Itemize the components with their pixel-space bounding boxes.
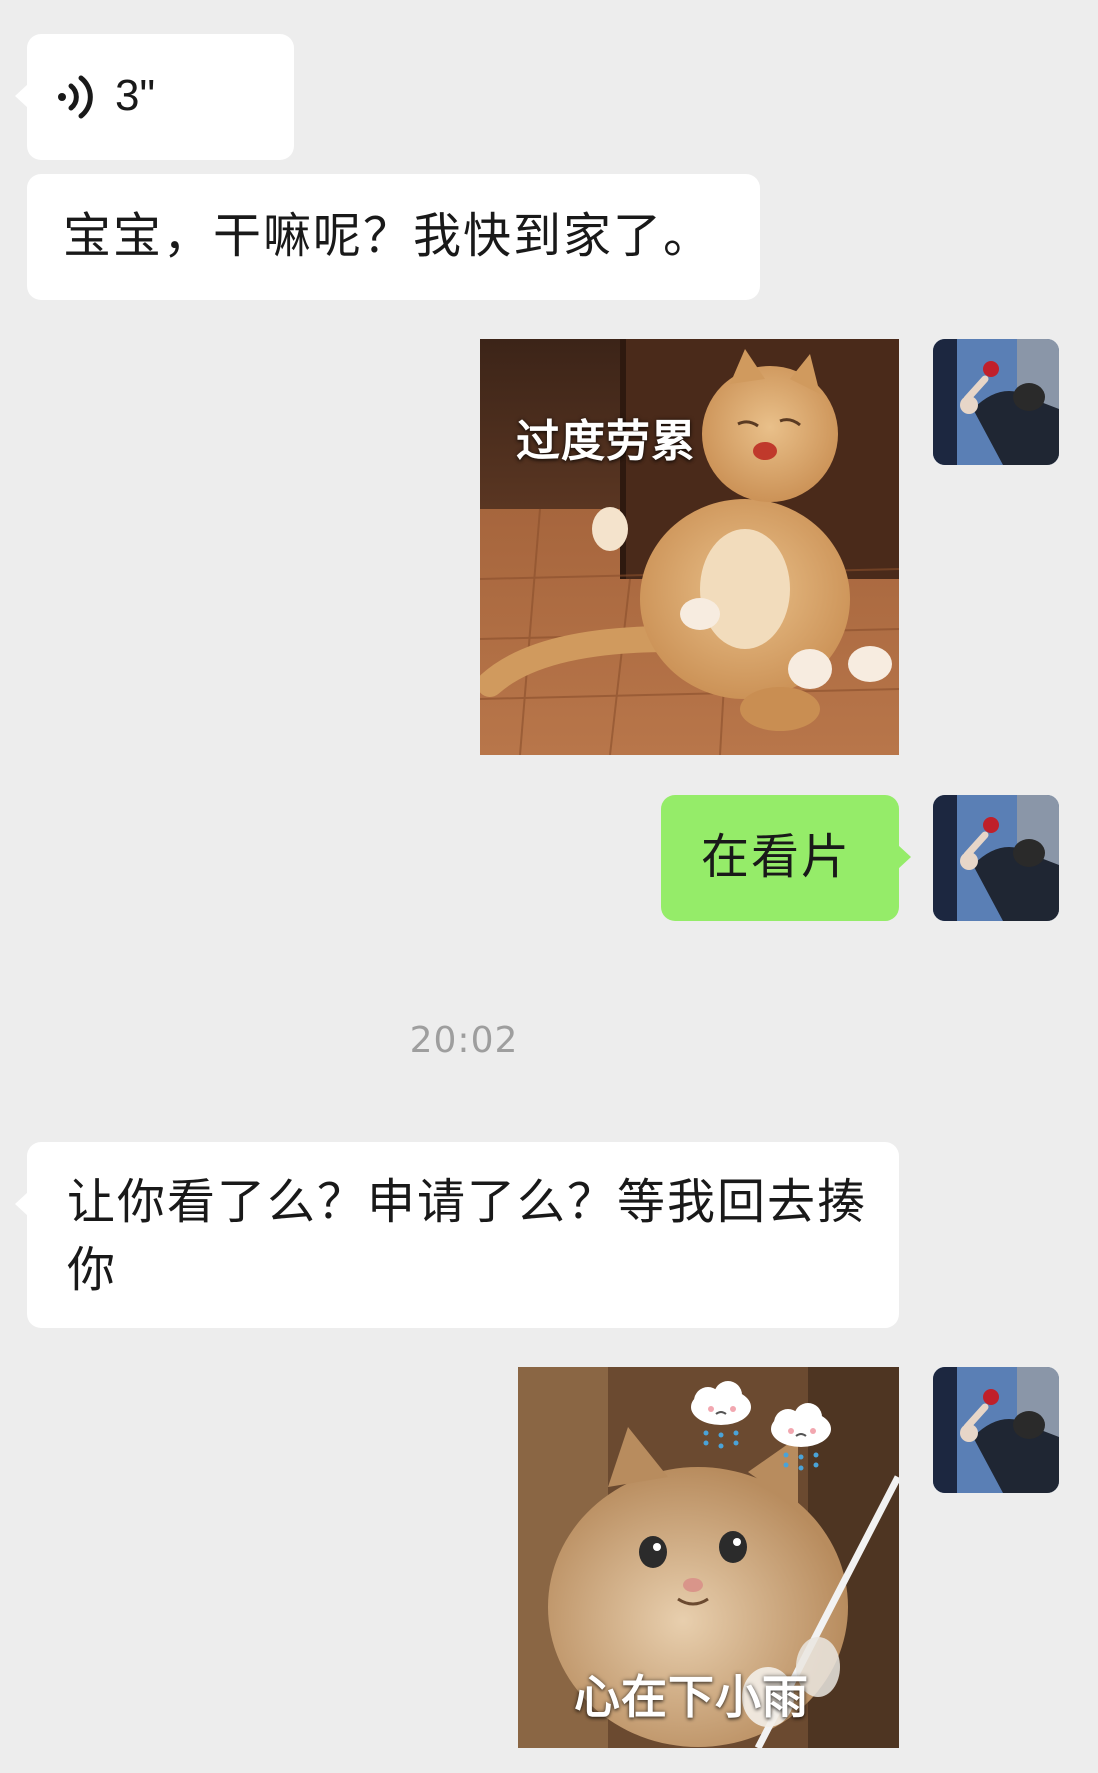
- message-text: 让你看了么？申请了么？等我回去揍你: [67, 1174, 868, 1298]
- outgoing-message-bubble[interactable]: 在看片: [661, 795, 911, 921]
- voice-message-bubble[interactable]: 3": [15, 34, 294, 160]
- incoming-message-bubble[interactable]: 让你看了么？申请了么？等我回去揍你: [15, 1142, 899, 1328]
- message-timestamp: 20:02: [409, 1020, 519, 1061]
- avatar[interactable]: [933, 339, 1059, 465]
- user-avatar-picture: [933, 339, 1059, 465]
- voice-wave-icon: [53, 72, 103, 122]
- sticker-caption: 过度劳累: [516, 416, 696, 467]
- avatar[interactable]: [933, 1367, 1059, 1493]
- avatar[interactable]: [933, 795, 1059, 921]
- voice-duration: 3": [115, 71, 156, 120]
- incoming-message-bubble[interactable]: 宝宝，干嘛呢？我快到家了。: [27, 174, 760, 300]
- sticker-caption: 心在下小雨: [574, 1670, 809, 1724]
- message-text: 宝宝，干嘛呢？我快到家了。: [63, 208, 714, 264]
- sticker-image[interactable]: 心在下小雨: [518, 1367, 899, 1748]
- rain-cloud-icon: [686, 1381, 756, 1455]
- rain-cloud-icon: [766, 1403, 836, 1477]
- sticker-image[interactable]: 过度劳累: [480, 339, 899, 755]
- user-avatar-picture: [933, 1367, 1059, 1493]
- user-avatar-picture: [933, 795, 1059, 921]
- cat-sticker-picture: [480, 339, 899, 755]
- message-text: 在看片: [701, 829, 852, 885]
